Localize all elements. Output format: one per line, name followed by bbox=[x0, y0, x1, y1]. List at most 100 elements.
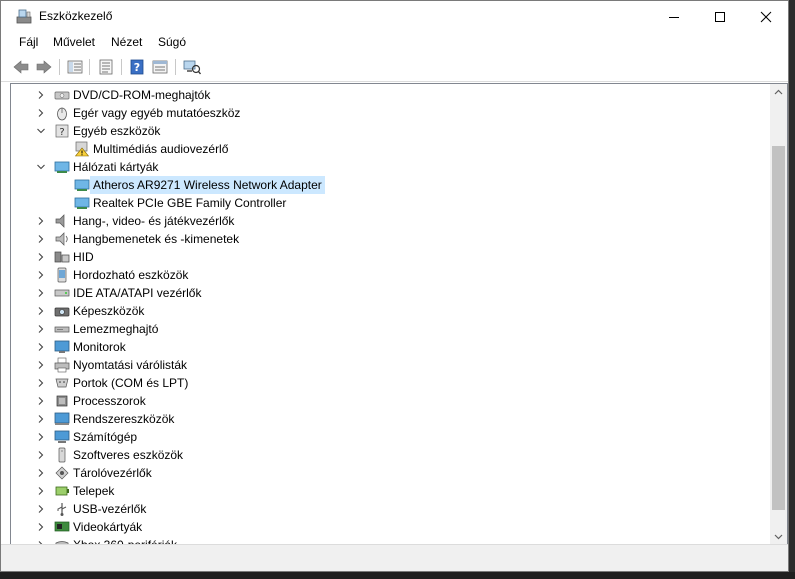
tree-device-row[interactable]: Realtek PCIe GBE Family Controller bbox=[11, 194, 766, 212]
tree-category-label: Monitorok bbox=[73, 340, 126, 354]
tree-device-row[interactable]: Atheros AR9271 Wireless Network Adapter bbox=[11, 176, 766, 194]
scan-hardware-button[interactable] bbox=[182, 57, 202, 77]
chevron-right-icon[interactable] bbox=[34, 212, 48, 230]
close-button[interactable] bbox=[743, 1, 788, 32]
chevron-right-icon[interactable] bbox=[34, 248, 48, 266]
help-icon: ? bbox=[130, 59, 144, 75]
tree-category-row[interactable]: Egér vagy egyéb mutatóeszköz bbox=[11, 104, 766, 122]
ide-controller-icon bbox=[54, 285, 70, 301]
disk-drive-icon bbox=[54, 321, 70, 337]
chevron-right-icon[interactable] bbox=[34, 284, 48, 302]
scroll-up-icon[interactable] bbox=[770, 84, 787, 101]
tree-category-row[interactable]: Hálózati kártyák bbox=[11, 158, 766, 176]
window-title: Eszközkezelő bbox=[39, 9, 113, 23]
vertical-scrollbar[interactable] bbox=[770, 84, 787, 545]
tree-category-label: Telepek bbox=[73, 484, 115, 498]
tree-category-row[interactable]: ? Egyéb eszközök bbox=[11, 122, 766, 140]
tree-category-row[interactable]: Szoftveres eszközök bbox=[11, 446, 766, 464]
chevron-right-icon[interactable] bbox=[34, 266, 48, 284]
minimize-button[interactable] bbox=[651, 1, 697, 32]
desktop-background-bottom bbox=[0, 572, 795, 579]
device-manager-window: Eszközkezelő Fájl Művelet Nézet Súgó ? D… bbox=[0, 0, 789, 572]
tree-category-label: Lemezmeghajtó bbox=[73, 322, 159, 336]
chevron-right-icon[interactable] bbox=[34, 410, 48, 428]
printer-icon bbox=[54, 357, 70, 373]
tree-category-label: USB-vezérlők bbox=[73, 502, 147, 516]
menu-file[interactable]: Fájl bbox=[19, 35, 38, 49]
tree-category-row[interactable]: HID bbox=[11, 248, 766, 266]
scrollbar-thumb[interactable] bbox=[772, 146, 785, 510]
tree-category-row[interactable]: Hangbemenetek és -kimenetek bbox=[11, 230, 766, 248]
tree-category-label: IDE ATA/ATAPI vezérlők bbox=[73, 286, 202, 300]
tree-category-label: Tárolóvezérlők bbox=[73, 466, 152, 480]
svg-text:?: ? bbox=[134, 61, 140, 74]
toolbar-separator bbox=[175, 59, 176, 75]
forward-button[interactable] bbox=[34, 57, 54, 77]
title-bar[interactable]: Eszközkezelő bbox=[1, 1, 788, 32]
tree-category-row[interactable]: USB-vezérlők bbox=[11, 500, 766, 518]
camera-icon bbox=[54, 303, 70, 319]
chevron-right-icon[interactable] bbox=[34, 86, 48, 104]
list-view-button[interactable] bbox=[96, 57, 116, 77]
tree-category-row[interactable]: Nyomtatási várólisták bbox=[11, 356, 766, 374]
tree-category-label: Számítógép bbox=[73, 430, 138, 444]
menu-action[interactable]: Művelet bbox=[53, 35, 95, 49]
scroll-down-icon[interactable] bbox=[770, 528, 787, 545]
tree-category-label: Hang-, video- és játékvezérlők bbox=[73, 214, 235, 228]
chevron-right-icon[interactable] bbox=[34, 302, 48, 320]
network-adapter-icon bbox=[74, 195, 90, 211]
chevron-right-icon[interactable] bbox=[34, 320, 48, 338]
portable-device-icon bbox=[54, 267, 70, 283]
tree-device-label: Realtek PCIe GBE Family Controller bbox=[93, 196, 287, 210]
device-tree: DVD/CD-ROM-meghajtók Egér vagy egyéb muta… bbox=[10, 83, 788, 546]
disc-drive-icon bbox=[54, 87, 70, 103]
tree-category-label: Portok (COM és LPT) bbox=[73, 376, 189, 390]
chevron-right-icon[interactable] bbox=[34, 104, 48, 122]
chevron-right-icon[interactable] bbox=[34, 338, 48, 356]
software-device-icon bbox=[54, 447, 70, 463]
audio-io-icon bbox=[54, 231, 70, 247]
tree-category-row[interactable]: Tárolóvezérlők bbox=[11, 464, 766, 482]
chevron-right-icon[interactable] bbox=[34, 356, 48, 374]
chevron-right-icon[interactable] bbox=[34, 446, 48, 464]
mouse-icon bbox=[54, 105, 70, 121]
tree-category-row[interactable]: Portok (COM és LPT) bbox=[11, 374, 766, 392]
back-button[interactable] bbox=[11, 57, 31, 77]
console-tree-button[interactable] bbox=[150, 57, 170, 77]
chevron-right-icon[interactable] bbox=[34, 392, 48, 410]
chevron-down-icon[interactable] bbox=[34, 158, 48, 176]
chevron-right-icon[interactable] bbox=[34, 230, 48, 248]
chevron-down-icon[interactable] bbox=[34, 122, 48, 140]
tree-category-row[interactable]: IDE ATA/ATAPI vezérlők bbox=[11, 284, 766, 302]
tree-category-row[interactable]: Monitorok bbox=[11, 338, 766, 356]
chevron-right-icon[interactable] bbox=[34, 464, 48, 482]
chevron-right-icon[interactable] bbox=[34, 518, 48, 536]
chevron-right-icon[interactable] bbox=[34, 374, 48, 392]
tree-category-row[interactable]: Képeszközök bbox=[11, 302, 766, 320]
maximize-button[interactable] bbox=[697, 1, 743, 32]
chevron-right-icon[interactable] bbox=[34, 428, 48, 446]
tree-category-row[interactable]: Telepek bbox=[11, 482, 766, 500]
scan-hardware-icon bbox=[183, 60, 201, 75]
properties-view-icon bbox=[67, 60, 83, 74]
properties-view-button[interactable] bbox=[65, 57, 85, 77]
menu-help[interactable]: Súgó bbox=[158, 35, 186, 49]
tree-device-row[interactable]: Multimédiás audiovezérlő bbox=[11, 140, 766, 158]
tree-category-row[interactable]: Hang-, video- és játékvezérlők bbox=[11, 212, 766, 230]
list-view-icon bbox=[99, 59, 113, 75]
tree-device-label: Atheros AR9271 Wireless Network Adapter bbox=[90, 176, 325, 194]
tree-category-row[interactable]: Hordozható eszközök bbox=[11, 266, 766, 284]
tree-category-row[interactable]: Számítógép bbox=[11, 428, 766, 446]
tree-category-row[interactable]: DVD/CD-ROM-meghajtók bbox=[11, 86, 766, 104]
chevron-right-icon[interactable] bbox=[34, 500, 48, 518]
tree-category-row[interactable]: Processzorok bbox=[11, 392, 766, 410]
help-button[interactable]: ? bbox=[127, 57, 147, 77]
chevron-right-icon[interactable] bbox=[34, 482, 48, 500]
tree-device-label: Multimédiás audiovezérlő bbox=[93, 142, 229, 156]
menu-view[interactable]: Nézet bbox=[111, 35, 142, 49]
tree-category-row[interactable]: Videokártyák bbox=[11, 518, 766, 536]
tree-category-row[interactable]: Rendszereszközök bbox=[11, 410, 766, 428]
tree-category-label: Egér vagy egyéb mutatóeszköz bbox=[73, 106, 241, 120]
usb-icon bbox=[54, 501, 70, 517]
tree-category-row[interactable]: Lemezmeghajtó bbox=[11, 320, 766, 338]
